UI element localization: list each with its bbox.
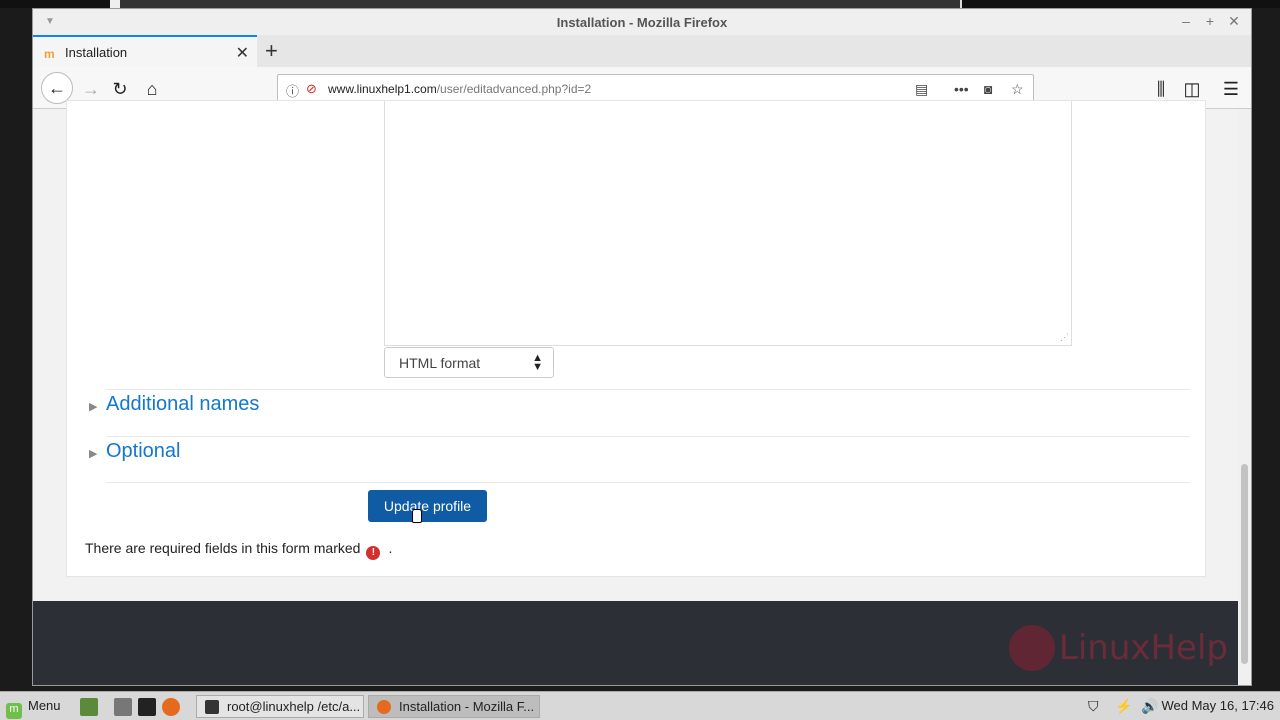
url-text[interactable]: www.linuxhelp1.com/user/editadvanced.php…: [328, 82, 591, 96]
terminal-icon: [205, 700, 219, 714]
library-icon[interactable]: ⫼: [1147, 75, 1175, 103]
hamburger-menu-icon[interactable]: ☰: [1217, 75, 1245, 103]
scrollbar-thumb[interactable]: [1241, 464, 1248, 664]
shield-icon[interactable]: ⛉: [1088, 698, 1099, 715]
mouse-cursor: [412, 509, 422, 523]
select-arrows-icon: ▲ ▼: [532, 352, 543, 373]
linuxhelp-logo: LinuxHelp: [1008, 625, 1228, 671]
divider: [106, 482, 1190, 483]
section-additional-names[interactable]: ▶ Additional names: [89, 393, 259, 416]
maximize-button[interactable]: +: [1201, 13, 1219, 29]
section-optional[interactable]: ▶ Optional: [89, 440, 181, 463]
divider: [106, 389, 1190, 390]
desktop-background: [0, 0, 1280, 8]
minimize-button[interactable]: –: [1177, 13, 1195, 29]
taskbar: m Menu root@linuxhelp /etc/a... Installat…: [0, 691, 1280, 720]
start-menu-button[interactable]: m Menu: [6, 698, 61, 719]
update-profile-button[interactable]: Update profile: [368, 490, 487, 522]
firefox-icon[interactable]: [162, 698, 180, 716]
mint-logo-icon: m: [6, 703, 22, 719]
tab-label: Installation: [65, 45, 128, 60]
bookmark-star-icon[interactable]: ☆: [1011, 81, 1024, 98]
taskbar-item-terminal[interactable]: root@linuxhelp /etc/a...: [196, 695, 364, 718]
title-bar: ▼ Installation - Mozilla Firefox – + ✕: [33, 9, 1251, 35]
files-icon[interactable]: [114, 698, 132, 716]
pocket-icon[interactable]: ◙: [984, 81, 992, 97]
close-window-button[interactable]: ✕: [1225, 13, 1243, 30]
divider: [106, 436, 1190, 437]
tab-bar: m Installation ✕ +: [33, 35, 1251, 67]
clock[interactable]: Wed May 16, 17:46: [1162, 698, 1275, 713]
reader-view-icon[interactable]: ▤: [915, 81, 928, 98]
new-tab-button[interactable]: +: [265, 38, 278, 64]
resize-handle-icon[interactable]: ⋰: [1060, 332, 1069, 343]
terminal-icon[interactable]: [138, 698, 156, 716]
page-footer: LinuxHelp: [33, 601, 1238, 685]
description-editor[interactable]: ⋰: [384, 101, 1072, 346]
page-actions-icon[interactable]: •••: [954, 81, 969, 97]
page-content: ⋰ HTML format ▲ ▼ ▶ Additional names ▶ Opti…: [33, 100, 1238, 601]
info-icon[interactable]: ⓘ: [286, 81, 299, 100]
volume-icon[interactable]: 🔊: [1141, 698, 1158, 715]
browser-window: ▼ Installation - Mozilla Firefox – + ✕ m…: [32, 8, 1252, 686]
caret-right-icon: ▶: [89, 401, 98, 413]
home-button[interactable]: ⌂: [138, 75, 166, 103]
form-card: ⋰ HTML format ▲ ▼ ▶ Additional names ▶ Opti…: [66, 100, 1206, 577]
caret-right-icon: ▶: [89, 448, 98, 460]
reload-button[interactable]: ↻: [106, 75, 134, 103]
required-fields-note: There are required fields in this form m…: [85, 540, 393, 560]
moodle-icon: m: [44, 47, 55, 61]
sidebar-icon[interactable]: ◫: [1178, 75, 1206, 103]
show-desktop-icon[interactable]: [80, 698, 98, 716]
required-icon: !: [366, 546, 381, 560]
forward-button[interactable]: →: [77, 75, 105, 103]
tab-installation[interactable]: m Installation ✕: [33, 35, 257, 67]
taskbar-item-firefox[interactable]: Installation - Mozilla F...: [368, 695, 540, 718]
close-tab-icon[interactable]: ✕: [236, 43, 249, 63]
window-title: Installation - Mozilla Firefox: [556, 15, 728, 30]
text-format-select[interactable]: HTML format ▲ ▼: [384, 347, 554, 378]
firefox-icon: [377, 700, 391, 714]
insecure-lock-icon[interactable]: ⊘: [306, 81, 317, 97]
network-icon[interactable]: ⚡: [1115, 698, 1132, 715]
vertical-scrollbar[interactable]: [1238, 109, 1251, 685]
